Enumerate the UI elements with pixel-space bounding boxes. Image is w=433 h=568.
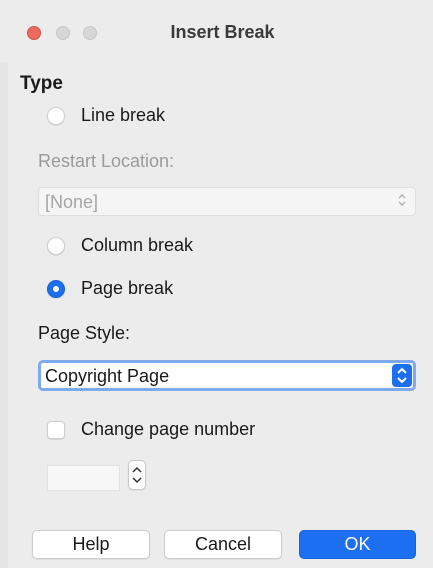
- page-style-select[interactable]: Copyright Page: [38, 360, 416, 391]
- change-page-number-label: Change page number: [81, 419, 256, 439]
- type-heading: Type: [20, 73, 63, 94]
- change-page-number-option[interactable]: Change page number: [47, 419, 255, 440]
- title-bar: Insert Break: [0, 0, 433, 62]
- restart-location-label: Restart Location:: [38, 151, 175, 171]
- help-button[interactable]: Help: [32, 530, 150, 559]
- cancel-button[interactable]: Cancel: [164, 530, 282, 559]
- page-number-input[interactable]: [47, 465, 120, 491]
- page-break-radio[interactable]: [47, 279, 65, 298]
- chevron-up-down-icon[interactable]: [392, 364, 412, 387]
- restart-location-value: [None]: [45, 192, 99, 212]
- page-break-label: Page break: [81, 278, 174, 298]
- page-style-label: Page Style:: [38, 323, 131, 343]
- change-page-number-checkbox[interactable]: [47, 420, 65, 439]
- insert-break-dialog: Insert Break Type Line break Restart Loc…: [0, 0, 433, 568]
- column-break-option[interactable]: Column break: [47, 235, 193, 256]
- column-break-radio[interactable]: [47, 236, 65, 255]
- page-number-spinner[interactable]: [128, 460, 146, 490]
- restart-location-select: [None]: [38, 187, 416, 216]
- window-edge: [0, 62, 8, 568]
- page-style-value: Copyright Page: [45, 366, 170, 386]
- chevron-up-down-icon: [132, 466, 142, 484]
- dialog-title: Insert Break: [170, 22, 275, 42]
- ok-button[interactable]: OK: [299, 530, 416, 559]
- line-break-label: Line break: [81, 105, 166, 125]
- chevron-up-down-icon: [397, 192, 407, 208]
- column-break-label: Column break: [81, 235, 194, 255]
- line-break-option[interactable]: Line break: [47, 105, 165, 126]
- page-break-option[interactable]: Page break: [47, 278, 173, 299]
- line-break-radio[interactable]: [47, 106, 65, 125]
